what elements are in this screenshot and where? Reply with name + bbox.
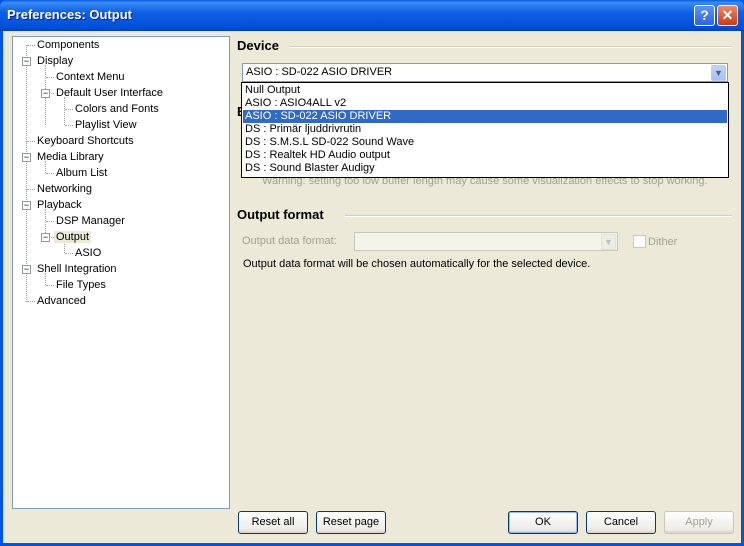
reset-page-button[interactable]: Reset page — [316, 511, 386, 534]
help-icon: ? — [700, 7, 709, 23]
tree-item-components[interactable]: Components — [37, 37, 99, 53]
tree-item-file-types[interactable]: File Types — [56, 277, 106, 293]
tree-item-shell-integration[interactable]: Shell Integration — [37, 261, 117, 277]
collapse-shell-integration-icon[interactable]: − — [22, 265, 31, 274]
output-format-divider — [345, 215, 732, 217]
tree-item-context-menu[interactable]: Context Menu — [56, 69, 124, 85]
device-select[interactable]: ASIO : SD-022 ASIO DRIVER ▼ — [242, 63, 728, 82]
dither-checkbox[interactable] — [633, 235, 646, 248]
device-selected-value: ASIO : SD-022 ASIO DRIVER — [246, 66, 393, 78]
device-option-ds-primary[interactable]: DS : Primär ljuddrivrutin — [243, 123, 727, 136]
device-dropdown-list[interactable]: Null Output ASIO : ASIO4ALL v2 ASIO : SD… — [241, 82, 729, 178]
window-title: Preferences: Output — [7, 7, 132, 22]
tree-item-output[interactable]: Output — [54, 229, 92, 245]
close-button[interactable]: ✕ — [717, 5, 738, 26]
tree-item-keyboard-shortcuts[interactable]: Keyboard Shortcuts — [37, 133, 134, 149]
collapse-output-icon[interactable]: − — [41, 233, 50, 242]
collapse-default-ui-icon[interactable]: − — [41, 89, 50, 98]
tree-item-media-library[interactable]: Media Library — [37, 149, 104, 165]
title-bar[interactable]: Preferences: Output ? ✕ — [0, 0, 744, 31]
cancel-button[interactable]: Cancel — [586, 511, 656, 534]
output-format-note: Output data format will be chosen automa… — [243, 258, 591, 270]
close-icon: ✕ — [721, 7, 734, 23]
dither-label: Dither — [648, 236, 678, 248]
device-option-ds-realtek[interactable]: DS : Realtek HD Audio output — [243, 149, 727, 162]
preferences-tree[interactable]: − − − − − − Components Display Context M… — [12, 36, 230, 509]
apply-button[interactable]: Apply — [664, 511, 734, 534]
tree-item-display[interactable]: Display — [37, 53, 73, 69]
output-data-format-select[interactable]: ▼ — [354, 232, 618, 251]
device-divider — [290, 46, 732, 48]
preferences-window: Preferences: Output ? ✕ − − − − − − Comp… — [0, 0, 744, 546]
reset-all-button[interactable]: Reset all — [238, 511, 308, 534]
tree-item-networking[interactable]: Networking — [37, 181, 92, 197]
device-section-title: Device — [237, 38, 279, 53]
collapse-playback-icon[interactable]: − — [22, 201, 31, 210]
device-option-ds-smsl[interactable]: DS : S.M.S.L SD-022 Sound Wave — [243, 136, 727, 149]
device-option-asio4all[interactable]: ASIO : ASIO4ALL v2 — [243, 97, 727, 110]
help-button[interactable]: ? — [694, 5, 715, 26]
tree-item-dsp-manager[interactable]: DSP Manager — [56, 213, 125, 229]
tree-item-playlist-view[interactable]: Playlist View — [75, 117, 137, 133]
device-option-null-output[interactable]: Null Output — [243, 84, 727, 97]
ok-button[interactable]: OK — [508, 511, 578, 534]
device-option-sd022-asio[interactable]: ASIO : SD-022 ASIO DRIVER — [243, 110, 727, 123]
tree-item-asio[interactable]: ASIO — [75, 245, 101, 261]
collapse-display-icon[interactable]: − — [22, 57, 31, 66]
collapse-media-library-icon[interactable]: − — [22, 153, 31, 162]
tree-item-advanced[interactable]: Advanced — [37, 293, 86, 309]
tree-item-album-list[interactable]: Album List — [56, 165, 107, 181]
chevron-down-icon: ▼ — [714, 68, 723, 78]
device-option-ds-audigy[interactable]: DS : Sound Blaster Audigy — [243, 162, 727, 175]
output-format-dropdown-button[interactable]: ▼ — [601, 234, 616, 250]
tree-item-default-user-interface[interactable]: Default User Interface — [56, 85, 163, 101]
tree-item-playback[interactable]: Playback — [37, 197, 82, 213]
buffer-section-title-fragment: B — [237, 104, 241, 119]
tree-item-colors-and-fonts[interactable]: Colors and Fonts — [75, 101, 159, 117]
output-data-format-label: Output data format: — [242, 235, 337, 247]
device-dropdown-button[interactable]: ▼ — [711, 65, 726, 81]
chevron-down-icon: ▼ — [604, 237, 613, 247]
output-format-section-title: Output format — [237, 207, 324, 222]
